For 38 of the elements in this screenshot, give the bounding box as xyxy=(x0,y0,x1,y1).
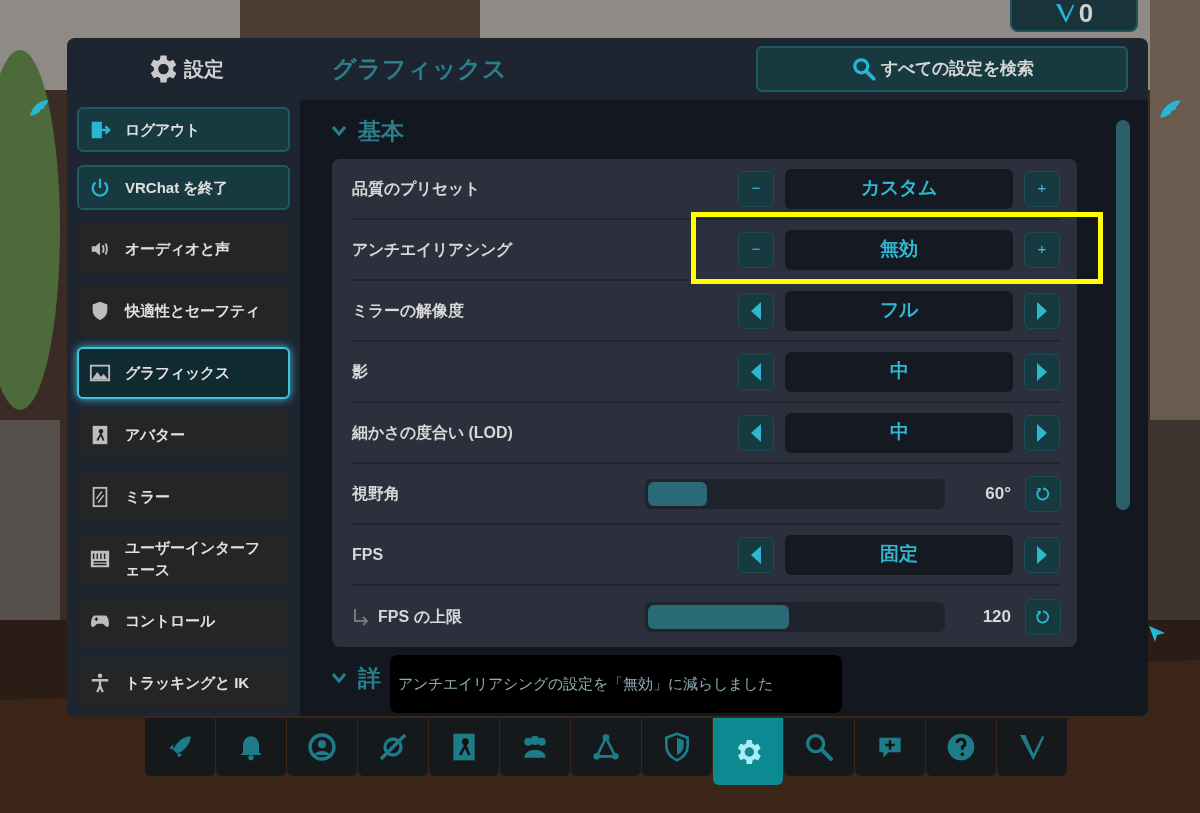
section-title: 基本 xyxy=(358,116,404,146)
sidebar-item[interactable]: ユーザーインターフェース xyxy=(77,533,290,585)
sidebar-item[interactable]: アバター xyxy=(77,409,290,461)
plus-button[interactable]: + xyxy=(1024,231,1060,268)
page-title: グラフィックス xyxy=(332,54,507,84)
sidebar-item[interactable]: ミラー xyxy=(77,471,290,523)
sidebar-item[interactable]: グラフィックス xyxy=(77,347,290,399)
currency-amount: 0 xyxy=(1078,0,1094,30)
setting-label: 品質のプリセット xyxy=(352,178,480,199)
setting-label: 細かさの度合い (LOD) xyxy=(352,422,513,443)
sidebar-item[interactable]: 快適性とセーフティ xyxy=(77,285,290,337)
currency-badge[interactable]: 0 xyxy=(1010,0,1138,32)
search-button[interactable]: すべての設定を検索 xyxy=(756,46,1128,92)
toast-message: アンチエイリアシングの設定を「無効」に減らしました xyxy=(390,655,842,713)
sidebar-title: 設定 xyxy=(183,57,224,82)
minus-button[interactable]: − xyxy=(738,170,774,207)
logout-button[interactable]: ログアウト xyxy=(77,107,290,152)
section-title: 詳 xyxy=(358,663,381,693)
sidebar-item[interactable]: コントロール xyxy=(77,595,290,647)
slider-reading: 120 xyxy=(981,605,1012,628)
value-display: 固定 xyxy=(785,534,1013,575)
sidebar-item[interactable]: オーディオと声 xyxy=(77,223,290,275)
setting-label: FPS xyxy=(352,544,384,565)
value-display: フル xyxy=(785,290,1013,331)
quit-button[interactable]: VRChat を終了 xyxy=(77,165,290,210)
value-display: カスタム xyxy=(785,168,1013,209)
setting-label: FPS の上限 xyxy=(378,606,462,627)
setting-label: ミラーの解像度 xyxy=(352,300,464,321)
plus-button[interactable]: + xyxy=(1024,170,1060,207)
minus-button[interactable]: − xyxy=(738,231,774,268)
setting-label: アンチエイリアシング xyxy=(352,239,512,260)
sidebar-item[interactable]: トラッキングと IK xyxy=(77,657,290,709)
value-display: 中 xyxy=(785,412,1013,453)
value-display: 無効 xyxy=(785,229,1013,270)
value-display: 中 xyxy=(785,351,1013,392)
setting-label: 視野角 xyxy=(352,483,400,504)
slider-reading: 60° xyxy=(984,482,1012,505)
setting-label: 影 xyxy=(352,361,368,382)
